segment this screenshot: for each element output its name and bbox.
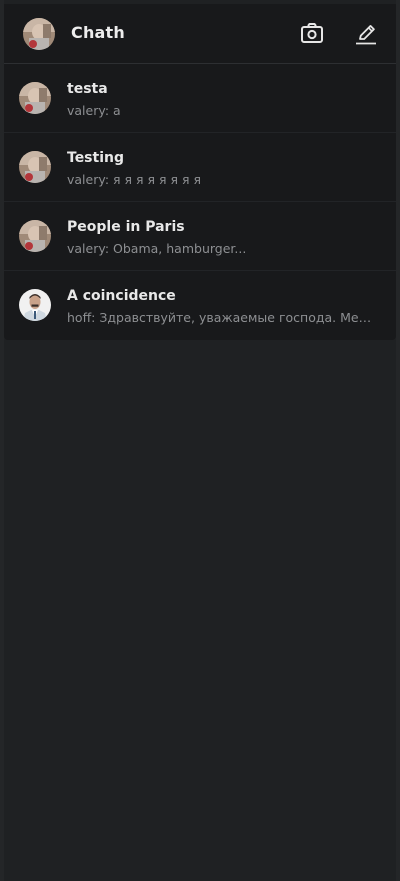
page-title: Chath	[71, 23, 125, 42]
conversation-preview: hoff: Здравствуйте, уважаемые господа. М…	[67, 310, 379, 325]
conversation-item[interactable]: People in Paris valery: Obama, hamburger…	[4, 202, 396, 271]
camera-button[interactable]	[299, 21, 325, 47]
conversation-name: People in Paris	[67, 219, 185, 235]
user-avatar	[19, 82, 51, 114]
user-avatar-icon[interactable]	[23, 18, 55, 50]
compose-button[interactable]	[353, 21, 379, 47]
conversation-item[interactable]: Testing valery: я я я я я я я я	[4, 133, 396, 202]
conversation-preview: valery: Obama, hamburger...	[67, 241, 247, 256]
conversation-item[interactable]: testa valery: a	[4, 64, 396, 133]
conversation-name: testa	[67, 81, 108, 97]
conversation-list: testa valery: a Testing valery: я я я я …	[4, 64, 396, 340]
portrait-avatar	[19, 289, 51, 321]
user-avatar	[19, 220, 51, 252]
pencil-icon	[354, 22, 378, 46]
camera-icon	[300, 23, 324, 45]
frame-edge-right	[396, 0, 400, 881]
user-avatar	[19, 151, 51, 183]
app-header: Chath	[4, 4, 396, 64]
conversation-item[interactable]: A coincidence hoff: Здравствуйте, уважае…	[4, 271, 396, 340]
conversation-name: A coincidence	[67, 288, 176, 304]
conversation-name: Testing	[67, 150, 124, 166]
conversation-preview: valery: a	[67, 103, 121, 118]
chat-app: Chath testa valery: a Testing valery: я …	[0, 0, 400, 881]
conversation-preview: valery: я я я я я я я я	[67, 172, 202, 187]
